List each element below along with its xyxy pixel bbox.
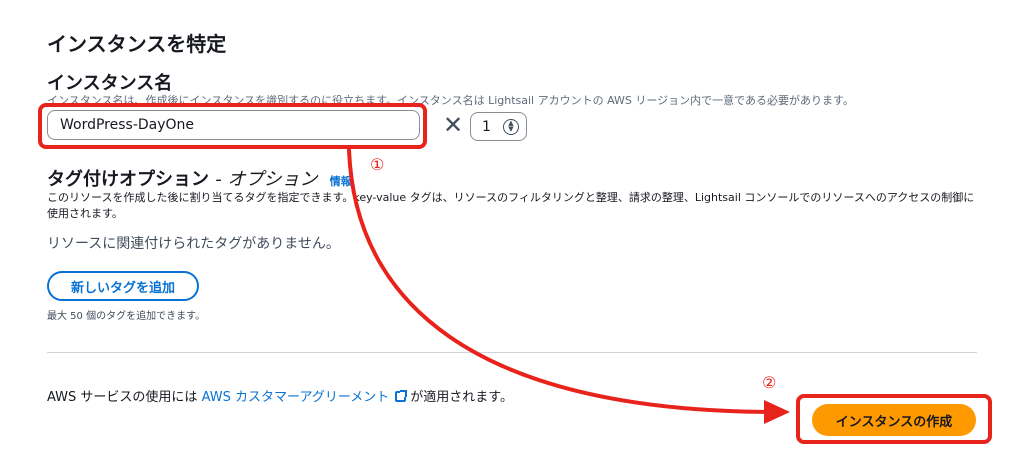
section-title: インスタンスを特定: [47, 32, 227, 56]
agreement-suffix: が適用されます。: [410, 390, 513, 405]
add-tag-button[interactable]: 新しいタグを追加: [47, 271, 199, 301]
instance-name-input[interactable]: [47, 110, 420, 140]
customer-agreement-link[interactable]: AWS カスタマーアグリーメント: [202, 390, 390, 405]
tags-description: このリソースを作成した後に割り当てるタグを指定できます。key-value タグ…: [47, 191, 975, 220]
no-tags-message: リソースに関連付けられたタグがありません。: [47, 236, 340, 252]
quantity-value: 1: [482, 118, 491, 135]
tags-title-text: タグ付けオプション: [47, 169, 209, 190]
divider: [47, 352, 977, 353]
agreement-prefix: AWS サービスの使用には: [47, 390, 198, 405]
agreement-text: AWS サービスの使用には AWS カスタマーアグリーメント が適用されます。: [47, 386, 513, 405]
info-link[interactable]: 情報: [330, 175, 352, 188]
annotation-step-1: ①: [370, 155, 385, 174]
multiply-icon: ✕: [442, 111, 464, 139]
instance-quantity-stepper[interactable]: 1 ▲ ▼: [470, 112, 527, 141]
external-link-icon[interactable]: [395, 390, 408, 402]
instance-name-description: インスタンス名は、作成後にインスタンスを識別するのに役立ちます。インスタンス名は…: [47, 94, 854, 107]
create-instance-button[interactable]: インスタンスの作成: [812, 404, 976, 436]
tag-limit-note: 最大 50 個のタグを追加できます。: [47, 311, 206, 322]
tags-section-title: タグ付けオプション - オプション 情報: [47, 165, 352, 191]
annotation-step-2: ②: [762, 373, 777, 392]
tags-optional-text: - オプション: [215, 169, 318, 190]
create-instance-page: インスタンスを特定 インスタンス名 インスタンス名は、作成後にインスタンスを識別…: [0, 0, 1024, 462]
stepper-arrows-icon[interactable]: ▲ ▼: [503, 119, 519, 135]
